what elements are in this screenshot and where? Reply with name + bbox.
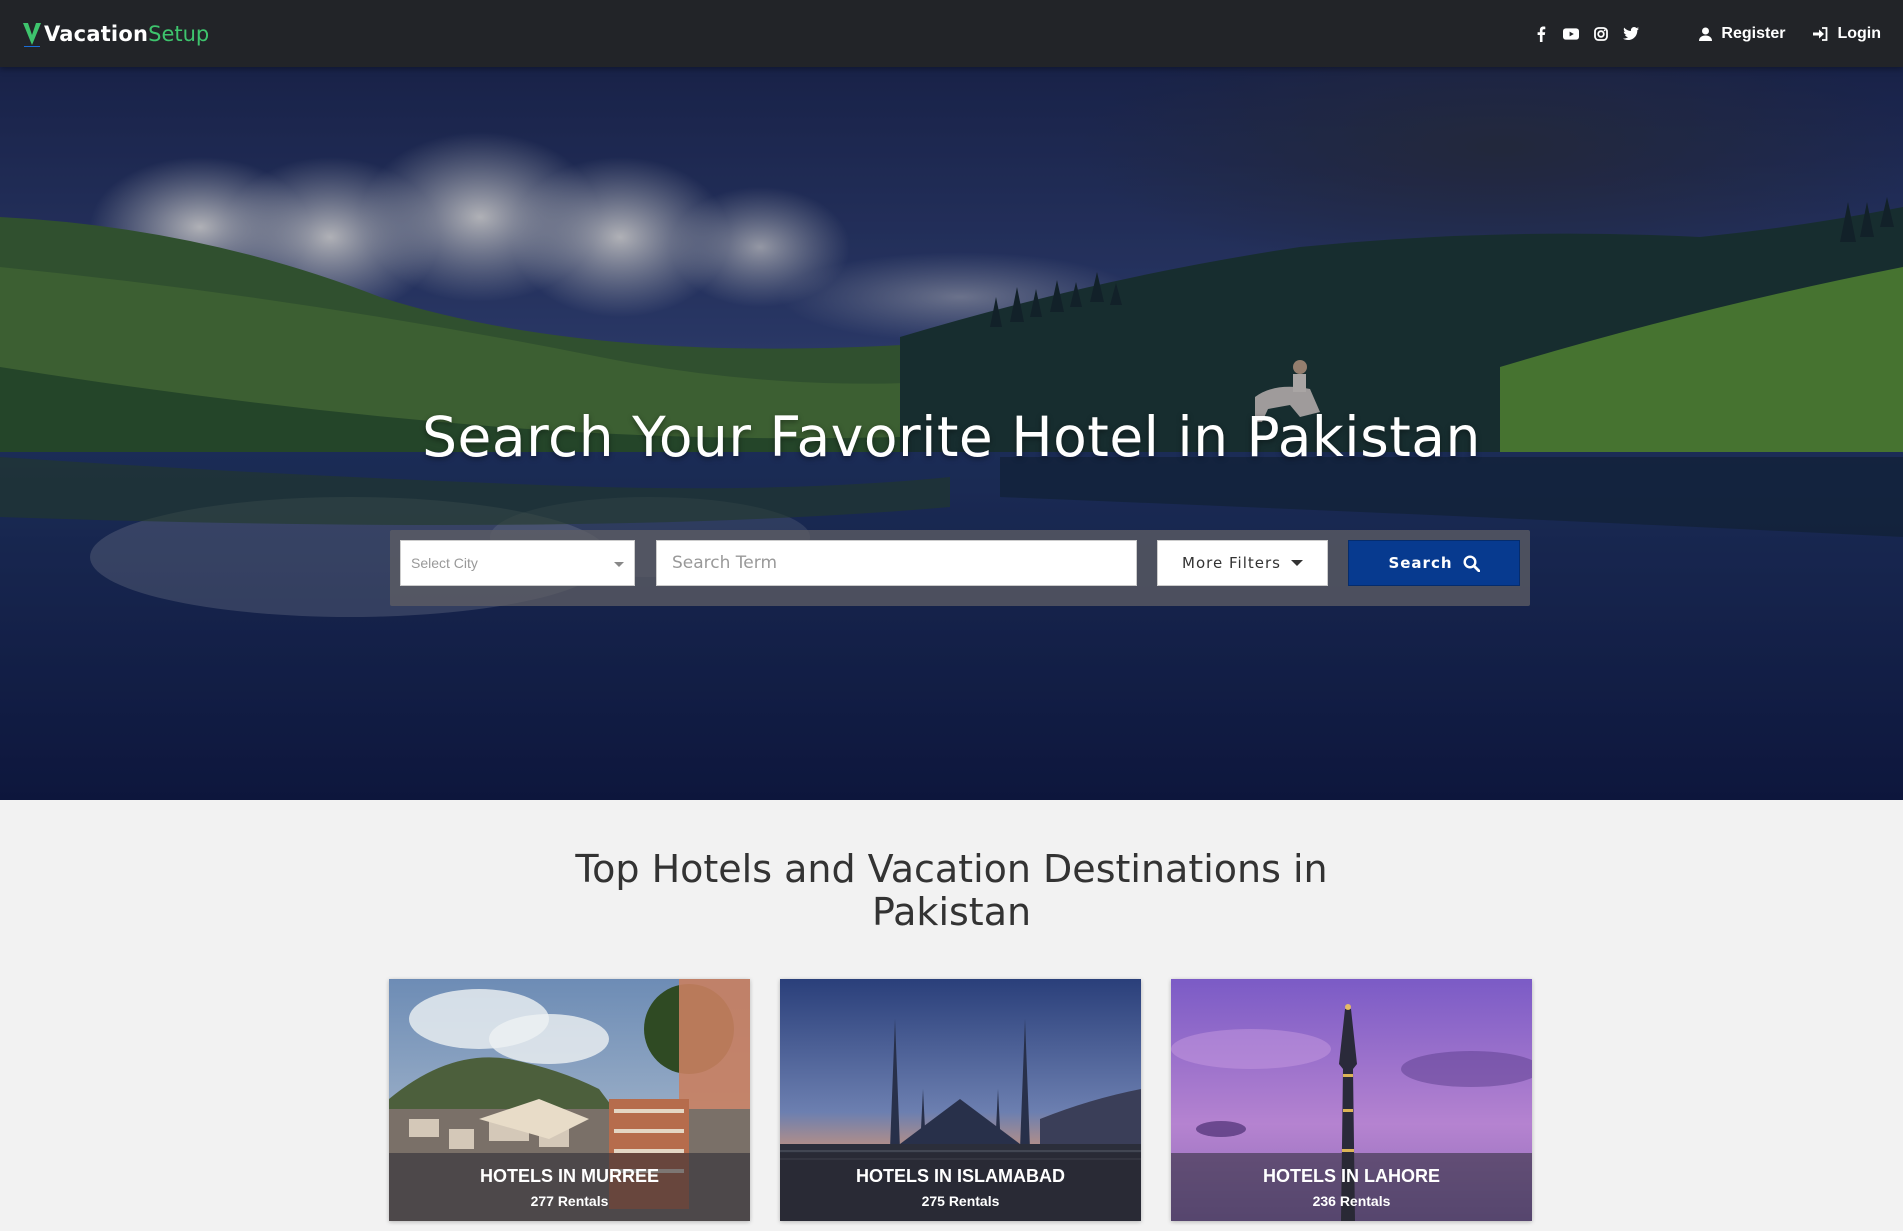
- destination-cards: HOTELS IN MURREE 277 Rentals HOTELS IN I…: [389, 979, 1532, 1221]
- social-links: [1533, 26, 1640, 42]
- chevron-down-icon: [614, 562, 624, 567]
- card-rentals-count: 275 Rentals: [921, 1193, 1000, 1209]
- nav-right: Register Login: [1533, 25, 1881, 43]
- search-panel: Select City More Filters Search: [390, 530, 1530, 606]
- destination-card-lahore[interactable]: HOTELS IN LAHORE 236 Rentals: [1171, 979, 1532, 1221]
- card-caption: HOTELS IN ISLAMABAD 275 Rentals: [780, 1153, 1141, 1221]
- twitter-icon[interactable]: [1623, 26, 1640, 42]
- search-button[interactable]: Search: [1348, 540, 1520, 586]
- destination-card-murree[interactable]: HOTELS IN MURREE 277 Rentals: [389, 979, 750, 1221]
- instagram-icon[interactable]: [1593, 26, 1609, 42]
- logo-v-mark-icon: [23, 22, 41, 47]
- user-icon: [1699, 27, 1713, 41]
- register-label: Register: [1721, 24, 1786, 42]
- card-rentals-count: 277 Rentals: [530, 1193, 609, 1209]
- search-term-input[interactable]: [656, 540, 1137, 586]
- facebook-icon[interactable]: [1533, 26, 1549, 42]
- brand-name-part2: Setup: [148, 21, 210, 46]
- more-filters-label: More Filters: [1182, 554, 1281, 572]
- sign-in-icon: [1813, 26, 1828, 41]
- hero-title: Search Your Favorite Hotel in Pakistan: [422, 405, 1481, 469]
- card-caption: HOTELS IN MURREE 277 Rentals: [389, 1153, 750, 1221]
- top-navbar: Vacation Setup Register Login: [0, 0, 1903, 67]
- card-rentals-count: 236 Rentals: [1312, 1193, 1391, 1209]
- card-caption: HOTELS IN LAHORE 236 Rentals: [1171, 1153, 1532, 1221]
- brand-name-part1: Vacation: [44, 21, 149, 46]
- caret-down-icon: [1290, 560, 1303, 566]
- more-filters-button[interactable]: More Filters: [1157, 540, 1328, 586]
- card-title: HOTELS IN LAHORE: [1262, 1166, 1440, 1186]
- login-label: Login: [1837, 24, 1881, 42]
- destination-card-islamabad[interactable]: HOTELS IN ISLAMABAD 275 Rentals: [780, 979, 1141, 1221]
- youtube-icon[interactable]: [1563, 26, 1580, 42]
- search-button-label: Search: [1388, 554, 1453, 572]
- card-title: HOTELS IN ISLAMABAD: [856, 1166, 1065, 1186]
- destinations-title-line2: Pakistan: [871, 890, 1032, 934]
- brand-logo[interactable]: Vacation Setup: [22, 21, 209, 47]
- hero-section: Search Your Favorite Hotel in Pakistan S…: [0, 67, 1903, 800]
- login-link[interactable]: Login: [1813, 25, 1881, 43]
- city-select-placeholder: Select City: [411, 555, 478, 571]
- destinations-title-line1: Top Hotels and Vacation Destinations in: [575, 847, 1328, 891]
- destinations-title: Top Hotels and Vacation Destinations in …: [0, 848, 1903, 934]
- search-icon: [1463, 554, 1480, 572]
- city-select[interactable]: Select City: [400, 540, 635, 586]
- card-title: HOTELS IN MURREE: [479, 1166, 659, 1186]
- register-link[interactable]: Register: [1699, 25, 1785, 43]
